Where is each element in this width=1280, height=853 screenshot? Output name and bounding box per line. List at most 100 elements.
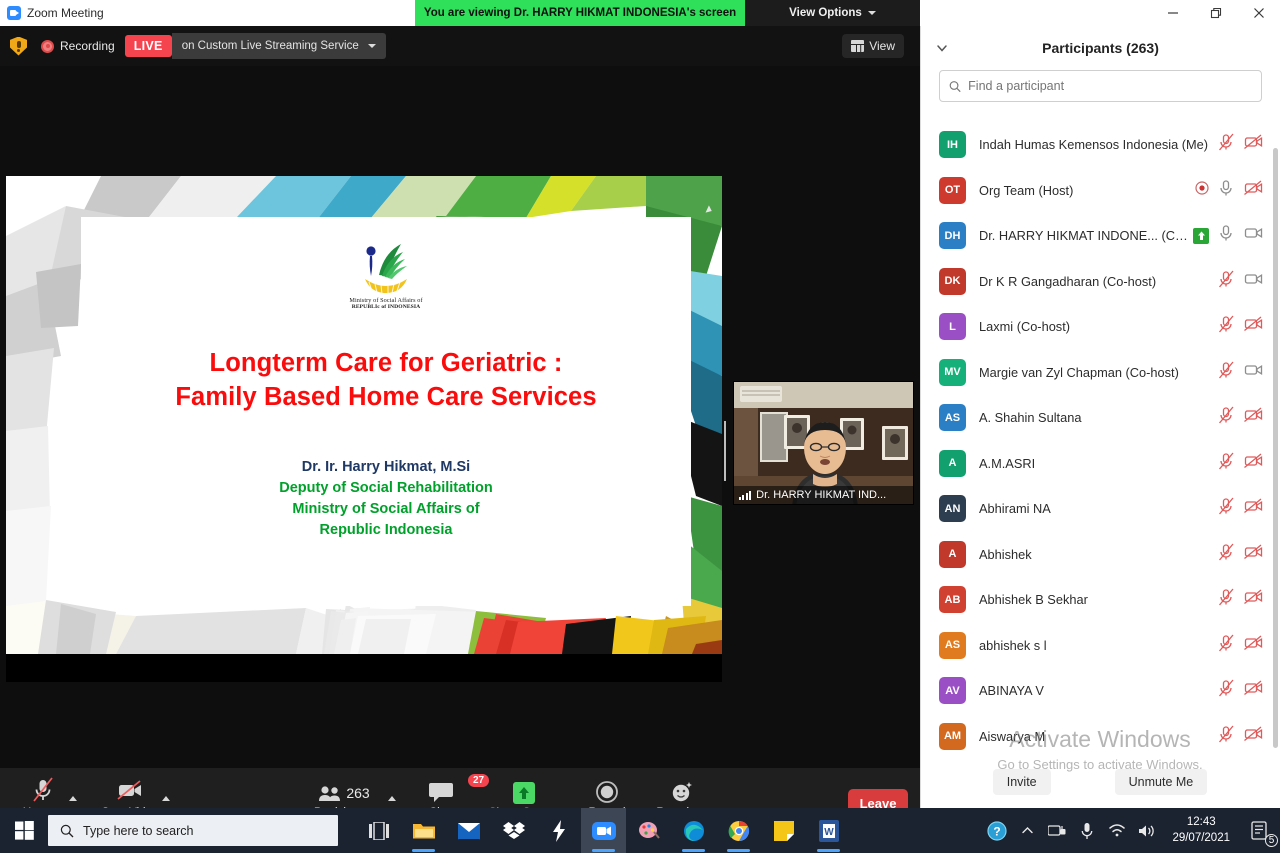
participant-row[interactable]: A A.M.ASRI (921, 441, 1279, 487)
presenter-video-thumbnail[interactable]: Dr. HARRY HIKMAT IND... (733, 381, 914, 505)
participants-panel-header: Participants (263) (921, 26, 1280, 70)
paint-icon[interactable] (626, 808, 671, 853)
participant-row[interactable]: MV Margie van Zyl Chapman (Co-host) (921, 350, 1279, 396)
view-options-button[interactable]: View Options (745, 0, 920, 26)
minimize-button[interactable] (1151, 0, 1194, 26)
participant-row[interactable]: DK Dr K R Gangadharan (Co-host) (921, 259, 1279, 305)
encryption-shield-icon[interactable] (10, 36, 27, 56)
participant-row[interactable]: AM Aiswarya M (921, 714, 1279, 760)
participants-scrollbar[interactable] (1273, 148, 1278, 748)
microphone-muted-icon[interactable] (1218, 361, 1235, 384)
participant-row[interactable]: AS A. Shahin Sultana (921, 395, 1279, 441)
chrome-icon[interactable] (716, 808, 761, 853)
record-icon (595, 776, 619, 804)
lightning-app-icon[interactable] (536, 808, 581, 853)
video-off-icon[interactable] (1244, 680, 1263, 701)
view-layout-button[interactable]: View (842, 34, 904, 58)
participant-search-input[interactable] (968, 79, 1252, 93)
task-view-icon[interactable] (356, 808, 401, 853)
slide-content-card: Ministry of Social Affairs of REPUBLIc o… (81, 217, 691, 606)
live-streaming-service[interactable]: on Custom Live Streaming Service (171, 33, 386, 59)
participant-row[interactable]: AS abhishek s l (921, 623, 1279, 669)
window-controls (1151, 0, 1280, 26)
participant-row[interactable]: AV ABINAYA V (921, 668, 1279, 714)
taskbar-clock[interactable]: 12:43 29/07/2021 (1162, 815, 1240, 846)
restore-button[interactable] (1194, 0, 1237, 26)
microphone-muted-icon[interactable] (1218, 725, 1235, 748)
participant-row[interactable]: AB Abhishek B Sekhar (921, 577, 1279, 623)
microphone-muted-icon[interactable] (1218, 679, 1235, 702)
close-button[interactable] (1237, 0, 1280, 26)
participant-status-icons (1195, 179, 1269, 202)
microphone-muted-icon[interactable] (1218, 270, 1235, 293)
microphone-muted-icon[interactable] (1218, 588, 1235, 611)
microphone-icon[interactable] (1218, 224, 1235, 247)
participants-list[interactable]: IH Indah Humas Kemensos Indonesia (Me) OT O… (921, 122, 1279, 782)
video-off-icon[interactable] (1244, 134, 1263, 155)
participant-search-box[interactable] (939, 70, 1262, 102)
participant-row[interactable]: L Laxmi (Co-host) (921, 304, 1279, 350)
collapse-panel-button[interactable] (935, 41, 949, 55)
invite-button[interactable]: Invite (992, 769, 1051, 795)
video-on-icon[interactable] (1244, 362, 1263, 383)
video-off-icon[interactable] (1244, 180, 1263, 201)
slide-title-line2: Family Based Home Care Services (175, 383, 597, 412)
microphone-muted-icon[interactable] (1218, 634, 1235, 657)
participant-row[interactable]: DH Dr. HARRY HIKMAT INDONE... (Co-host) (921, 213, 1279, 259)
video-off-icon[interactable] (1244, 407, 1263, 428)
participant-status-icons (1218, 543, 1269, 566)
participant-status-icons (1218, 725, 1269, 748)
video-on-icon[interactable] (1244, 225, 1263, 246)
wifi-icon[interactable] (1102, 808, 1132, 853)
mail-icon[interactable] (446, 808, 491, 853)
video-options-chevron-icon[interactable] (162, 796, 170, 801)
microphone-muted-icon[interactable] (1218, 452, 1235, 475)
participant-name: Margie van Zyl Chapman (Co-host) (979, 364, 1179, 380)
unmute-me-button[interactable]: Unmute Me (1114, 769, 1208, 795)
network-adapter-icon[interactable] (1042, 808, 1072, 853)
slide-org-line3: Republic Indonesia (319, 521, 453, 538)
participant-row[interactable]: A Abhishek (921, 532, 1279, 578)
participants-chevron-icon[interactable] (388, 796, 396, 801)
view-options-label: View Options (789, 7, 862, 19)
microphone-muted-icon[interactable] (1218, 133, 1235, 156)
video-off-icon[interactable] (1244, 635, 1263, 656)
microphone-icon[interactable] (1218, 179, 1235, 202)
microphone-muted-icon[interactable] (1218, 543, 1235, 566)
participant-row[interactable]: IH Indah Humas Kemensos Indonesia (Me) (921, 122, 1279, 168)
participant-status-icons (1218, 497, 1269, 520)
video-on-icon[interactable] (1244, 271, 1263, 292)
participant-status-icons (1218, 361, 1269, 384)
microphone-muted-icon[interactable] (1218, 315, 1235, 338)
video-off-icon[interactable] (1244, 498, 1263, 519)
show-hidden-icons-chevron-icon[interactable] (1012, 808, 1042, 853)
word-icon[interactable]: W (806, 808, 851, 853)
dropbox-icon[interactable] (491, 808, 536, 853)
video-off-icon[interactable] (1244, 589, 1263, 610)
microphone-muted-icon[interactable] (1218, 497, 1235, 520)
start-button[interactable] (0, 808, 48, 853)
video-off-icon[interactable] (1244, 726, 1263, 747)
taskbar-search-box[interactable]: Type here to search (48, 815, 338, 846)
microphone-tray-icon[interactable] (1072, 808, 1102, 853)
help-circle-icon[interactable]: ? (982, 808, 1012, 853)
video-off-icon[interactable] (1244, 453, 1263, 474)
volume-icon[interactable] (1132, 808, 1162, 853)
notification-center-button[interactable]: 5 (1240, 808, 1280, 853)
audio-options-chevron-icon[interactable] (69, 796, 77, 801)
system-tray: ? 12:43 29/07/2021 5 (982, 808, 1280, 853)
panel-drag-handle[interactable] (724, 421, 730, 481)
video-off-icon[interactable] (1244, 544, 1263, 565)
microphone-muted-icon[interactable] (1218, 406, 1235, 429)
recording-indicator[interactable]: Recording (41, 39, 115, 53)
shared-screen-slide[interactable]: Ministry of Social Affairs of REPUBLIc o… (6, 176, 722, 654)
zoom-taskbar-icon[interactable] (581, 808, 626, 853)
participant-row[interactable]: OT Org Team (Host) (921, 168, 1279, 214)
video-off-icon[interactable] (1244, 316, 1263, 337)
slide-title-line1: Longterm Care for Geriatric : (209, 349, 563, 377)
file-explorer-icon[interactable] (401, 808, 446, 853)
sticky-notes-icon[interactable] (761, 808, 806, 853)
avatar: A (939, 540, 966, 568)
participant-row[interactable]: AN Abhirami NA (921, 486, 1279, 532)
edge-icon[interactable] (671, 808, 716, 853)
